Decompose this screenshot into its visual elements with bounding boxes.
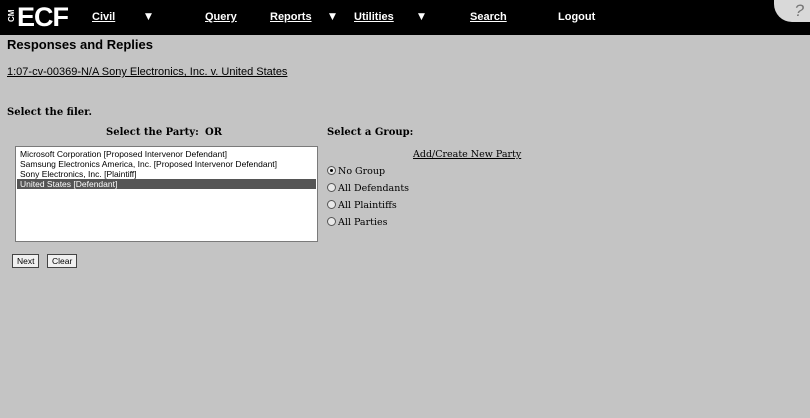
menu-reports[interactable]: Reports (270, 0, 312, 35)
menu-search-label: Search (470, 11, 507, 23)
logo-text: ECF (17, 2, 69, 32)
cmecf-logo[interactable]: CMECF (7, 2, 69, 32)
group-radio-no-group[interactable]: No Group (327, 166, 385, 177)
party-option[interactable]: Sony Electronics, Inc. [Plaintiff] (17, 169, 316, 179)
radio-icon[interactable] (327, 183, 336, 192)
select-group-label: Select a Group: (327, 127, 414, 138)
menu-query[interactable]: Query (205, 0, 237, 35)
group-radio-all-parties[interactable]: All Parties (327, 217, 387, 228)
top-menu-bar: CMECF Civil ▼ Query Reports ▼ Utilities … (0, 0, 810, 35)
party-option-selected[interactable]: United States [Defendant] (17, 179, 316, 189)
select-party-label: Select the Party: (106, 127, 199, 138)
radio-icon[interactable] (327, 217, 336, 226)
radio-label: All Plaintiffs (338, 200, 397, 211)
clear-button[interactable]: Clear (47, 254, 78, 268)
radio-icon[interactable] (327, 200, 336, 209)
menu-civil[interactable]: Civil (92, 0, 115, 35)
menu-utilities-label: Utilities (354, 11, 394, 23)
help-button[interactable]: ? (774, 0, 810, 22)
add-new-party-link[interactable]: Add/Create New Party (413, 149, 521, 160)
civil-chevron-down-icon[interactable]: ▼ (145, 0, 152, 35)
radio-label: All Parties (338, 217, 388, 228)
menu-utilities[interactable]: Utilities (354, 0, 394, 35)
radio-checked-icon[interactable] (327, 166, 336, 175)
radio-label: No Group (338, 166, 386, 177)
menu-civil-label: Civil (92, 11, 116, 23)
case-link[interactable]: 1:07-cv-00369-N/A Sony Electronics, Inc.… (7, 66, 287, 78)
menu-logout[interactable]: Logout (558, 0, 595, 35)
group-radio-all-defendants[interactable]: All Defendants (327, 183, 409, 194)
party-select-list[interactable]: Microsoft Corporation [Proposed Interven… (15, 146, 318, 242)
party-option[interactable]: Samsung Electronics America, Inc. [Propo… (17, 159, 316, 169)
next-button[interactable]: Next (12, 254, 40, 268)
main-content: Responses and Replies 1:07-cv-00369-N/A … (7, 35, 810, 418)
or-label: OR (205, 127, 223, 138)
menu-search[interactable]: Search (470, 0, 507, 35)
utilities-chevron-down-icon[interactable]: ▼ (418, 0, 425, 35)
group-radio-all-plaintiffs[interactable]: All Plaintiffs (327, 200, 397, 211)
select-filer-label: Select the filer. (7, 107, 92, 118)
party-option[interactable]: Microsoft Corporation [Proposed Interven… (17, 149, 316, 159)
page-title: Responses and Replies (7, 37, 153, 52)
help-icon: ? (794, 1, 804, 20)
radio-label: All Defendants (338, 183, 410, 194)
menu-reports-label: Reports (270, 11, 312, 23)
reports-chevron-down-icon[interactable]: ▼ (329, 0, 336, 35)
menu-query-label: Query (205, 11, 237, 23)
menu-logout-label: Logout (558, 11, 596, 23)
logo-prefix: CM (7, 9, 16, 22)
